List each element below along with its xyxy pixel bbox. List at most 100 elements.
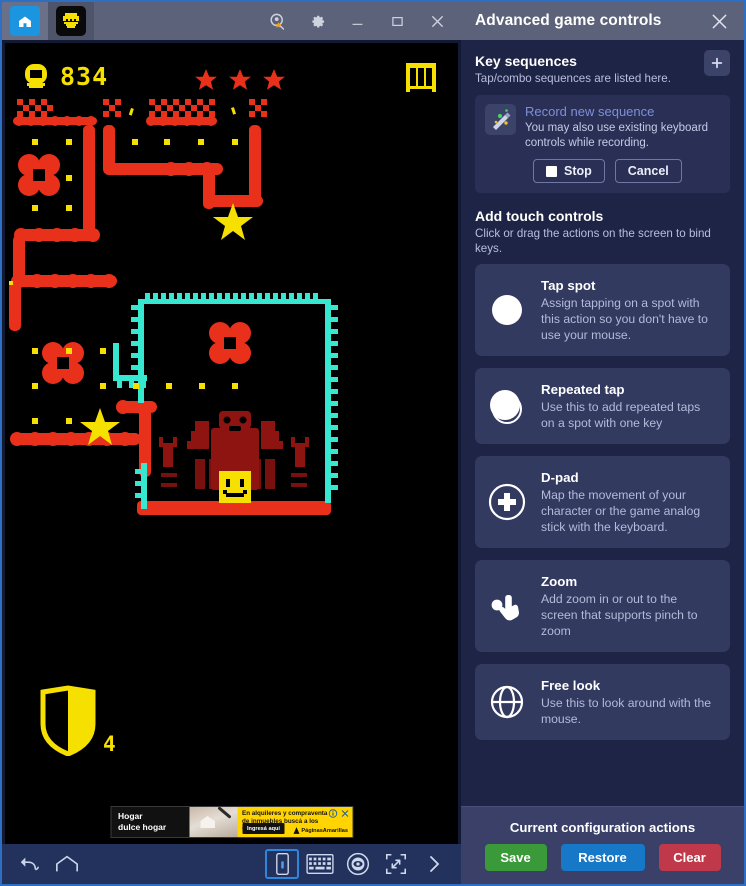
ad-info-icon[interactable]	[328, 809, 337, 818]
control-card-text: Tap spot Assign tapping on a spot with t…	[541, 277, 718, 343]
plus-icon	[711, 57, 723, 69]
shake-button[interactable]	[265, 849, 299, 879]
control-name: Zoom	[541, 574, 578, 589]
home-icon	[10, 6, 40, 36]
control-card-text: Free look Use this to look around with t…	[541, 677, 718, 727]
shield-hud: 4	[37, 684, 116, 756]
fullscreen-button[interactable]	[379, 849, 413, 879]
footer-buttons: Save Restore Clear	[484, 844, 721, 871]
score-hud: 834	[21, 61, 108, 91]
coin-icon	[25, 64, 47, 88]
pinch-zoom-icon	[485, 587, 529, 625]
touch-controls-title: Add touch controls	[475, 208, 604, 224]
ad-brand-icon	[293, 827, 300, 834]
restore-button[interactable]: Restore	[560, 844, 645, 871]
ad-close-icon[interactable]	[340, 809, 349, 818]
control-name: Tap spot	[541, 278, 596, 293]
search-star-button[interactable]	[257, 2, 297, 40]
dpad-icon	[485, 483, 529, 521]
tap-spot-icon	[485, 295, 529, 325]
panel-header: Advanced game controls	[461, 2, 744, 40]
maximize-button[interactable]	[377, 2, 417, 40]
ad-content: En alquileres y compraventa de inmuebles…	[237, 807, 352, 837]
gate-hud	[404, 61, 438, 98]
control-description: Use this to add repeated taps on a spot …	[541, 400, 701, 430]
gate-icon	[406, 63, 436, 92]
save-button[interactable]: Save	[484, 844, 547, 871]
control-description: Assign tapping on a spot with this actio…	[541, 296, 708, 342]
ad-banner[interactable]: Hogar dulce hogar En alquileres y compra…	[110, 806, 353, 838]
stop-square-icon	[546, 165, 557, 177]
chevron-right-icon	[430, 856, 440, 872]
record-card-content: Record new sequence You may also use exi…	[525, 104, 720, 183]
cancel-recording-button[interactable]: Cancel	[614, 159, 682, 183]
settings-button[interactable]	[297, 2, 337, 40]
window-controls	[257, 2, 461, 40]
control-card-dpad[interactable]: D-pad Map the movement of your character…	[475, 456, 730, 548]
ad-image	[189, 807, 237, 837]
expand-more-button[interactable]	[417, 849, 451, 879]
player-character	[219, 471, 251, 503]
control-card-text: Repeated tap Use this to add repeated ta…	[541, 381, 718, 431]
back-button[interactable]	[12, 849, 46, 879]
minimize-button[interactable]	[337, 2, 377, 40]
repeated-tap-icon	[485, 389, 529, 424]
clear-button[interactable]: Clear	[658, 844, 721, 871]
ad-headline-line1: Hogar	[118, 811, 143, 821]
control-description: Add zoom in or out to the screen that su…	[541, 592, 698, 638]
panel-footer: Current configuration actions Save Resto…	[461, 806, 744, 884]
cancel-button-label: Cancel	[627, 164, 669, 178]
eye-target-icon	[346, 852, 370, 876]
eye-button[interactable]	[341, 849, 375, 879]
touch-controls-list: Tap spot Assign tapping on a spot with t…	[475, 264, 730, 740]
shield-count: 4	[103, 732, 116, 756]
record-card-buttons: Stop Cancel	[525, 159, 720, 183]
fullscreen-icon	[385, 853, 407, 875]
record-hint-text: You may also use existing keyboard contr…	[525, 122, 709, 149]
key-sequences-subtitle: Tap/combo sequences are listed here.	[475, 72, 671, 85]
ad-cta-button[interactable]: Ingresá aquí	[242, 823, 285, 834]
home-button[interactable]	[50, 849, 84, 879]
touch-controls-subtitle: Click or drag the actions on the screen …	[475, 227, 711, 255]
window-titlebar	[2, 2, 461, 40]
tab-home[interactable]	[2, 2, 48, 40]
tap-spot-dot	[492, 295, 522, 325]
tab-game-app[interactable]	[48, 2, 94, 40]
record-new-sequence-link[interactable]: Record new sequence	[525, 104, 720, 120]
control-card-zoom[interactable]: Zoom Add zoom in or out to the screen th…	[475, 560, 730, 652]
control-card-repeated-tap[interactable]: Repeated tap Use this to add repeated ta…	[475, 368, 730, 444]
star-icon	[229, 69, 251, 90]
keyboard-icon	[306, 854, 334, 874]
control-description: Map the movement of your character or th…	[541, 488, 701, 534]
magic-wand-icon	[485, 104, 516, 135]
panel-close-button[interactable]	[702, 4, 736, 38]
footer-title: Current configuration actions	[509, 820, 696, 835]
key-sequences-section-header: Key sequences Tap/combo sequences are li…	[475, 50, 730, 86]
bluestacks-window: 834 4 Hogar dulce hogar En alquileres y …	[0, 0, 746, 886]
panel-title: Advanced game controls	[475, 12, 662, 29]
control-card-tap-spot[interactable]: Tap spot Assign tapping on a spot with t…	[475, 264, 730, 356]
record-sequence-card[interactable]: Record new sequence You may also use exi…	[475, 95, 730, 193]
ad-brand-label: PáginasAmarillas	[301, 827, 348, 834]
star-icon	[263, 69, 285, 90]
tab-strip	[2, 2, 94, 40]
ad-controls	[328, 809, 349, 818]
stop-button-label: Stop	[564, 164, 592, 178]
control-card-free-look[interactable]: Free look Use this to look around with t…	[475, 664, 730, 740]
close-icon	[712, 14, 726, 28]
add-sequence-button[interactable]	[704, 50, 730, 76]
stars-hud	[193, 67, 287, 93]
control-card-text: Zoom Add zoom in or out to the screen th…	[541, 573, 718, 639]
key-sequences-title: Key sequences	[475, 53, 577, 69]
stop-recording-button[interactable]: Stop	[533, 159, 605, 183]
ad-brand: PáginasAmarillas	[293, 827, 348, 834]
touch-controls-section-header: Add touch controls Click or drag the act…	[475, 207, 730, 256]
emulator-navbar	[2, 844, 461, 884]
keyboard-button[interactable]	[303, 849, 337, 879]
ad-headline: Hogar dulce hogar	[111, 807, 189, 837]
emulator-pane: 834 4 Hogar dulce hogar En alquileres y …	[0, 0, 461, 886]
close-button[interactable]	[417, 2, 457, 40]
game-app-icon	[56, 6, 86, 36]
game-screen[interactable]: 834 4 Hogar dulce hogar En alquileres y …	[5, 43, 458, 844]
ad-headline-line2: dulce hogar	[118, 822, 167, 832]
